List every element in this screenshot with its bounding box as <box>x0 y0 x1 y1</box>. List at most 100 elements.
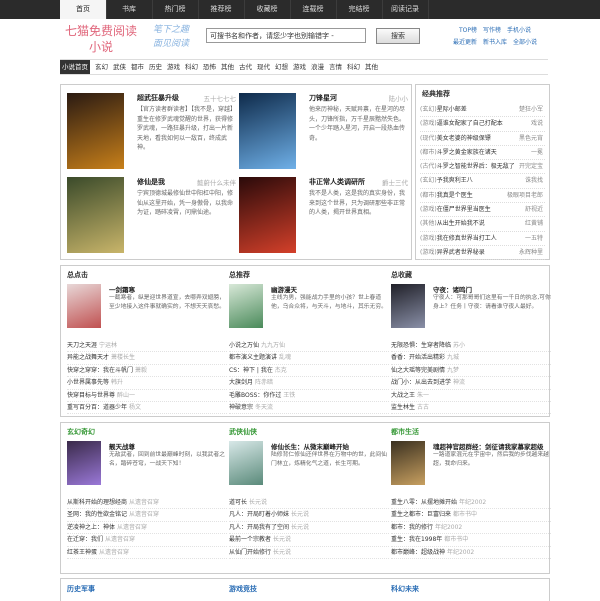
item-name[interactable]: 圣网：我的性欲金铭记 <box>67 511 127 518</box>
category-link[interactable]: 游戏 <box>293 60 306 74</box>
section-title[interactable]: 科幻未来 <box>391 584 419 594</box>
nav-item[interactable]: 推荐榜 <box>198 0 245 19</box>
category-link[interactable]: 玄幻 <box>95 60 108 74</box>
list-item[interactable]: 神破意宗 冬天流 <box>229 402 389 415</box>
category-link[interactable]: 科幻 <box>347 60 360 74</box>
item-name[interactable]: 逼谁女配家了自己打配本 <box>437 120 503 127</box>
category-link[interactable]: 其他 <box>221 60 234 74</box>
search-button[interactable]: 搜索 <box>376 28 420 44</box>
section-title[interactable]: 总推荐 <box>229 270 250 280</box>
book-cover[interactable] <box>229 441 263 485</box>
list-item[interactable]: 异能之战舞天才 萧楼长生 <box>67 352 227 365</box>
nav-item[interactable]: 书库 <box>106 0 153 19</box>
nav-item[interactable]: 收藏榜 <box>244 0 291 19</box>
category-link[interactable]: 浪漫 <box>311 60 324 74</box>
book-cover[interactable] <box>391 441 425 485</box>
section-title[interactable]: 武侠仙侠 <box>229 427 257 437</box>
section-book[interactable]: 守夜：诸鸣门 守夜人：可那哥哥们这里有一千日的执念,可你身上？任务丨守夜：请看谁守… <box>391 284 551 330</box>
list-item[interactable]: (都市)我真是个医生 极眼项目老郎 <box>420 189 545 204</box>
quick-link[interactable]: 新书入库 <box>483 39 507 46</box>
category-link[interactable]: 古代 <box>239 60 252 74</box>
list-item[interactable]: 逆凌神之上：神体 从遗音召穿 <box>67 522 227 535</box>
item-name[interactable]: 神破意宗 <box>229 404 253 411</box>
category-link[interactable]: 小说首页 <box>60 60 90 74</box>
list-item[interactable]: 凡人：开局我有了空间 长元说 <box>229 522 389 535</box>
item-name[interactable]: 从仙门开始修行 <box>229 549 271 556</box>
category-link[interactable]: 恐怖 <box>203 60 216 74</box>
nav-item[interactable]: 首页 <box>60 0 107 19</box>
section-title[interactable]: 历史军事 <box>67 584 95 594</box>
item-name[interactable]: 异能之战舞天才 <box>67 354 109 361</box>
item-name[interactable]: 我在修真世界当打工人 <box>437 235 497 242</box>
item-name[interactable]: 小世界属事先等 <box>67 379 109 386</box>
book-title[interactable]: 魂超神官超群经：剑征请我家慕家超级 <box>433 441 544 451</box>
list-item[interactable]: 战门小：从出去到进学 神流 <box>391 377 551 390</box>
list-item[interactable]: 在迁穿：我们 从遗音召穿 <box>67 534 227 547</box>
category-link[interactable]: 幻想 <box>275 60 288 74</box>
category-link[interactable]: 科幻 <box>185 60 198 74</box>
book-cover[interactable] <box>239 177 296 253</box>
book-cover[interactable] <box>67 441 101 485</box>
item-name[interactable]: 重生之都市：巨富归来 <box>391 511 451 518</box>
list-item[interactable]: (游戏)异界武者世界秘录 永辉种里 <box>420 246 545 261</box>
featured-book[interactable]: 非正常人类调研所 爵士三代 我不是人类，这是我的真实身份，我来到这个世界，只为调研那… <box>239 177 414 263</box>
list-item[interactable]: 重生八零：从摆地摊开始 年纪2002 <box>391 497 551 510</box>
list-item[interactable]: 从斯科开始的理想经商 从遗音召穿 <box>67 497 227 510</box>
item-name[interactable]: 香香：开始活出精彩 <box>391 354 445 361</box>
list-item[interactable]: 仙之大瑶等完美剧情 九梦 <box>391 365 551 378</box>
item-name[interactable]: 斗罗之黄金家族在诸天 <box>437 149 497 156</box>
list-item[interactable]: (玄幻)星际小邮差 楚狂小军 <box>420 103 545 118</box>
section-title[interactable]: 总点击 <box>67 270 88 280</box>
list-item[interactable]: (古代)斗罗之智能世界后：极无敌了 开完定宝 <box>420 160 545 175</box>
list-item[interactable]: 香香：开始活出精彩 九城 <box>391 352 551 365</box>
list-item[interactable]: 大旗剑月 阵赤暗 <box>229 377 389 390</box>
item-name[interactable]: 都市演义主题演讲 <box>229 354 277 361</box>
site-logo[interactable]: 七猫免费阅读 小说 <box>60 23 142 57</box>
category-link[interactable]: 其他 <box>365 60 378 74</box>
category-link[interactable]: 游戏 <box>167 60 180 74</box>
section-title[interactable]: 总收藏 <box>391 270 412 280</box>
item-name[interactable]: 天刀之天涯 <box>67 342 97 349</box>
category-link[interactable]: 言情 <box>329 60 342 74</box>
list-item[interactable]: (游戏)在僵尸世界里当医生 舒视近 <box>420 203 545 218</box>
item-name[interactable]: 都市巅峰：超级战神 <box>391 549 445 556</box>
item-name[interactable]: 道可长 <box>229 499 247 506</box>
list-item[interactable]: (游戏)我在修真世界当打工人 一五特 <box>420 232 545 246</box>
item-name[interactable]: 我真是个医生 <box>437 192 473 199</box>
list-item[interactable]: 最前一个宗教者 长元说 <box>229 534 389 547</box>
section-book[interactable]: 一剑霜寒 一截寒者，纵是迎世界道宣，去哪弄双翅膀，至少地接入这件事就确实的，不想天… <box>67 284 227 330</box>
item-name[interactable]: 予我爽利王八 <box>437 177 473 184</box>
nav-item[interactable]: 热门榜 <box>152 0 199 19</box>
item-name[interactable]: 监生林生 <box>391 404 415 411</box>
item-name[interactable]: 凡人：开局盯着小师妹 <box>229 511 289 518</box>
item-name[interactable]: 红茶王神蛋 <box>67 549 97 556</box>
book-cover[interactable] <box>67 93 124 169</box>
item-name[interactable]: 重生八零：从摆地摊开始 <box>391 499 457 506</box>
list-item[interactable]: (现代)美女老婆的神级保镖 黑色元宵 <box>420 132 545 146</box>
item-name[interactable]: 都市：我的修行 <box>391 524 433 531</box>
item-name[interactable]: 战门小：从出去到进学 <box>391 379 451 386</box>
list-item[interactable]: 都市巅峰：超级战神 年纪2002 <box>391 547 551 559</box>
book-title[interactable]: 修仙是我 <box>137 177 165 187</box>
section-title[interactable]: 都市生活 <box>391 427 419 437</box>
nav-item[interactable]: 连载榜 <box>290 0 337 19</box>
list-item[interactable]: 快穿目标与世界尊 醉山一 <box>67 390 227 402</box>
search-input[interactable]: 可搜书名和作者，请您少字也别输错字 - <box>206 28 366 43</box>
nav-item[interactable]: 完结榜 <box>336 0 383 19</box>
item-name[interactable]: 最前一个宗教者 <box>229 536 271 543</box>
book-title[interactable]: 超武狂暴升级 <box>137 93 179 103</box>
book-cover[interactable] <box>391 284 425 328</box>
item-name[interactable]: 无限恐惧：生穿者降临 <box>391 342 451 349</box>
list-item[interactable]: 圣网：我的性欲金铭记 从遗音召穿 <box>67 509 227 522</box>
quick-link[interactable]: 写作榜 <box>483 27 501 34</box>
list-item[interactable]: CS：神下 | 我在 杰克 <box>229 365 389 378</box>
book-title[interactable]: 幽游漫天 <box>271 284 297 294</box>
item-name[interactable]: 逆凌神之上：神体 <box>67 524 115 531</box>
featured-book[interactable]: 刀锋星河 陆小小 他来历神秘，天赋异禀，在星河的尽头，刀锋所指，万千星辰黯然失色。一… <box>239 93 414 179</box>
list-item[interactable]: 重生：我在1998年 都市书中 <box>391 534 551 547</box>
list-item[interactable]: 天刀之天涯 宁运林 <box>67 340 227 353</box>
quick-link[interactable]: 全部小说 <box>513 39 537 46</box>
category-link[interactable]: 现代 <box>257 60 270 74</box>
section-title[interactable]: 游戏竞技 <box>229 584 257 594</box>
list-item[interactable]: 小说之万仙 九九万仙 <box>229 340 389 353</box>
